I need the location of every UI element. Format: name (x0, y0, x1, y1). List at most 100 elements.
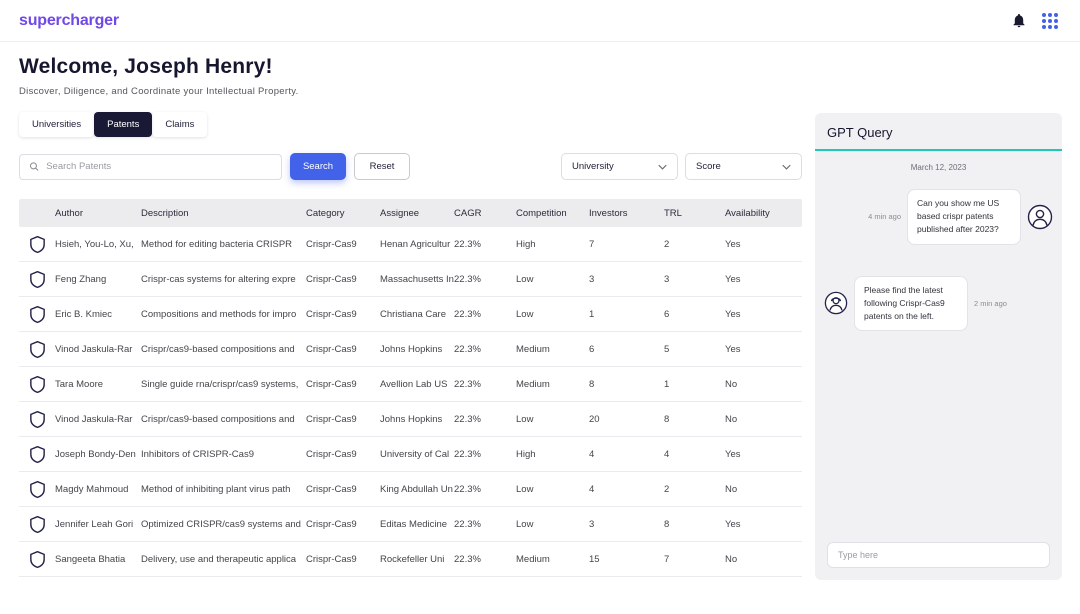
investors-cell: 4 (589, 449, 664, 460)
description-cell: Delivery, use and therapeutic applica (141, 554, 306, 565)
filter-group: University Score (561, 153, 802, 180)
category-cell: Crispr-Cas9 (306, 344, 380, 355)
description-cell: Single guide rna/crispr/cas9 systems, (141, 379, 306, 390)
patent-shield-icon (19, 480, 55, 499)
author-cell: Jennifer Leah Gori (55, 519, 141, 530)
patent-shield-icon (19, 340, 55, 359)
assignee-cell: University of Cal (380, 449, 454, 460)
cagr-cell: 22.3% (454, 554, 516, 565)
author-cell: Sangeeta Bhatia (55, 554, 141, 565)
tab-claims[interactable]: Claims (152, 112, 207, 137)
page-subtitle: Discover, Diligence, and Coordinate your… (19, 86, 1060, 97)
trl-cell: 2 (664, 484, 725, 495)
table-row[interactable]: Joseph Bondy-Den Inhibitors of CRISPR-Ca… (19, 437, 802, 472)
availability-cell: No (725, 554, 802, 565)
author-cell: Vinod Jaskula-Rar (55, 414, 141, 425)
notification-bell-icon[interactable] (1011, 12, 1027, 29)
category-cell: Crispr-Cas9 (306, 554, 380, 565)
chevron-down-icon (782, 164, 791, 170)
assignee-cell: Massachusetts In (380, 274, 454, 285)
cagr-cell: 22.3% (454, 309, 516, 320)
availability-cell: Yes (725, 309, 802, 320)
table-row[interactable]: Vinod Jaskula-Rar Crispr/cas9-based comp… (19, 402, 802, 437)
competition-cell: High (516, 449, 589, 460)
table-row[interactable]: Tara Moore Single guide rna/crispr/cas9 … (19, 367, 802, 402)
trl-cell: 1 (664, 379, 725, 390)
column-header: TRL (664, 208, 725, 219)
patents-table: AuthorDescriptionCategoryAssigneeCAGRCom… (19, 199, 802, 577)
message-bubble: Can you show me US based crispr patents … (907, 189, 1021, 245)
table-row[interactable]: Eric B. Kmiec Compositions and methods f… (19, 297, 802, 332)
university-dropdown[interactable]: University (561, 153, 678, 180)
trl-cell: 8 (664, 519, 725, 530)
app-logo: supercharger (19, 12, 119, 30)
search-icon (29, 161, 39, 172)
availability-cell: No (725, 414, 802, 425)
author-cell: Eric B. Kmiec (55, 309, 141, 320)
investors-cell: 3 (589, 274, 664, 285)
cagr-cell: 22.3% (454, 239, 516, 250)
table-header: AuthorDescriptionCategoryAssigneeCAGRCom… (19, 199, 802, 227)
category-cell: Crispr-Cas9 (306, 484, 380, 495)
availability-cell: Yes (725, 239, 802, 250)
reset-button[interactable]: Reset (354, 153, 410, 180)
cagr-cell: 22.3% (454, 519, 516, 530)
description-cell: Compositions and methods for impro (141, 309, 306, 320)
competition-cell: Low (516, 484, 589, 495)
header-icons (1011, 12, 1058, 29)
patent-shield-icon (19, 305, 55, 324)
search-button[interactable]: Search (290, 153, 346, 180)
assignee-cell: Christiana Care (380, 309, 454, 320)
availability-cell: No (725, 379, 802, 390)
table-row[interactable]: Jennifer Leah Gori Optimized CRISPR/cas9… (19, 507, 802, 542)
description-cell: Crispr/cas9-based compositions and (141, 344, 306, 355)
investors-cell: 6 (589, 344, 664, 355)
category-cell: Crispr-Cas9 (306, 414, 380, 425)
table-row[interactable]: Feng Zhang Crispr-cas systems for alteri… (19, 262, 802, 297)
chevron-down-icon (658, 164, 667, 170)
competition-cell: Low (516, 309, 589, 320)
message-bubble: Please find the latest following Crispr-… (854, 276, 968, 332)
competition-cell: Low (516, 274, 589, 285)
assignee-cell: Rockefeller Uni (380, 554, 454, 565)
competition-cell: Low (516, 414, 589, 425)
university-dropdown-label: University (572, 161, 614, 172)
cagr-cell: 22.3% (454, 484, 516, 495)
competition-cell: Medium (516, 379, 589, 390)
assignee-cell: Henan Agricultur (380, 239, 454, 250)
category-cell: Crispr-Cas9 (306, 274, 380, 285)
gpt-panel-title: GPT Query (815, 113, 1062, 149)
column-header: Author (55, 208, 141, 219)
trl-cell: 6 (664, 309, 725, 320)
column-header: CAGR (454, 208, 516, 219)
trl-cell: 8 (664, 414, 725, 425)
message-timestamp: 4 min ago (868, 212, 901, 221)
chat-message-user: 4 min ago Can you show me US based crisp… (815, 189, 1062, 245)
availability-cell: Yes (725, 519, 802, 530)
trl-cell: 4 (664, 449, 725, 460)
table-row[interactable]: Vinod Jaskula-Rar Crispr/cas9-based comp… (19, 332, 802, 367)
search-input[interactable] (46, 161, 272, 172)
patent-shield-icon (19, 550, 55, 569)
table-row[interactable]: Sangeeta Bhatia Delivery, use and therap… (19, 542, 802, 577)
table-row[interactable]: Magdy Mahmoud Method of inhibiting plant… (19, 472, 802, 507)
investors-cell: 1 (589, 309, 664, 320)
investors-cell: 15 (589, 554, 664, 565)
cagr-cell: 22.3% (454, 274, 516, 285)
description-cell: Crispr/cas9-based compositions and (141, 414, 306, 425)
tab-universities[interactable]: Universities (19, 112, 94, 137)
competition-cell: Medium (516, 344, 589, 355)
cagr-cell: 22.3% (454, 379, 516, 390)
gpt-chat-input[interactable] (827, 542, 1050, 568)
patent-shield-icon (19, 445, 55, 464)
author-cell: Vinod Jaskula-Rar (55, 344, 141, 355)
apps-grid-icon[interactable] (1042, 13, 1058, 29)
tab-patents[interactable]: Patents (94, 112, 152, 137)
score-dropdown[interactable]: Score (685, 153, 802, 180)
investors-cell: 7 (589, 239, 664, 250)
cagr-cell: 22.3% (454, 344, 516, 355)
app-header: supercharger (0, 0, 1080, 42)
patent-shield-icon (19, 515, 55, 534)
trl-cell: 5 (664, 344, 725, 355)
table-row[interactable]: Hsieh, You-Lo, Xu, Method for editing ba… (19, 227, 802, 262)
